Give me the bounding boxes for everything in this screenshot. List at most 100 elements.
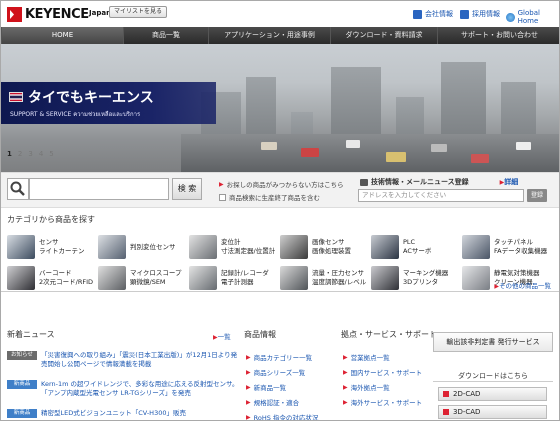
hero-vehicle xyxy=(431,144,447,152)
category-microscope[interactable]: マイクロスコープ 顕微鏡/SEM xyxy=(98,265,181,291)
discontinued-label: 商品検索に生産終了商品を含む xyxy=(229,194,320,202)
news-tag: 新商品 xyxy=(7,409,37,418)
globe-icon xyxy=(506,12,515,22)
hero-carousel[interactable]: タイでもキーエンス SUPPORT & SERVICE ความช่วยเหลื… xyxy=(1,44,559,172)
hero-subtitle: SUPPORT & SERVICE ความช่วยเหลือและบริการ xyxy=(10,111,141,118)
nav-applications[interactable]: アプリケーション・用途事例 xyxy=(208,27,330,44)
newsletter-detail-link[interactable]: ▶詳細 xyxy=(500,177,519,187)
category-image xyxy=(7,235,35,259)
hero-vehicle xyxy=(516,142,531,150)
recruit-label: 採用情報 xyxy=(472,10,500,18)
export-judgement-button[interactable]: 輸出該非判定書 発行サービス xyxy=(433,332,553,352)
top-bar: KEYENCE Japan マイリストを見る 会社情報 採用情報 Global … xyxy=(1,1,559,27)
category-recorder[interactable]: 記録計/レコーダ 電子計測器 xyxy=(189,265,269,291)
newsletter-submit-button[interactable]: 登録 xyxy=(527,189,547,202)
news-item[interactable]: お知らせ 「災害復興への取り組み」「震災(日本工業出版)」が12月1日より発売開… xyxy=(7,351,241,369)
arrow-right-icon: ▶ xyxy=(343,368,348,376)
category-barcode[interactable]: バーコード 2次元コード/RFID xyxy=(7,265,93,291)
category-vision[interactable]: 画像センサ 画像処理装置 xyxy=(280,234,351,260)
category-marking[interactable]: マーキング機器 3Dプリンタ xyxy=(371,265,448,291)
keyence-logo[interactable]: KEYENCE xyxy=(7,5,89,23)
category-label: 画像センサ 画像処理装置 xyxy=(312,238,351,255)
thailand-flag-icon xyxy=(9,92,23,102)
arrow-right-icon: ▶ xyxy=(246,413,251,421)
search-icon-box xyxy=(7,178,29,200)
category-label: タッチパネル FAデータ収集機器 xyxy=(494,238,548,255)
pager-5[interactable]: 5 xyxy=(49,150,53,158)
category-label: マイクロスコープ 顕微鏡/SEM xyxy=(130,269,182,286)
hero-title: タイでもキーエンス xyxy=(28,90,154,106)
nav-home[interactable]: HOME xyxy=(1,27,123,44)
category-image xyxy=(189,266,217,290)
category-label: バーコード 2次元コード/RFID xyxy=(39,269,94,286)
cad-2d-button[interactable]: 2D-CAD xyxy=(438,387,547,401)
category-sensor[interactable]: センサ ライトカーテン xyxy=(7,234,85,260)
product-link[interactable]: ▶ 規格認証・適合 xyxy=(246,397,299,408)
news-tag: お知らせ xyxy=(7,351,37,360)
category-discrimination[interactable]: 判別変位センサ xyxy=(98,234,176,260)
news-list-label: 一覧 xyxy=(217,333,231,341)
pager-3[interactable]: 3 xyxy=(28,150,32,158)
brand-name: KEYENCE xyxy=(25,6,89,22)
support-link[interactable]: ▶ 海外拠点一覧 xyxy=(343,382,390,393)
company-info-link[interactable]: 会社情報 xyxy=(413,9,453,19)
more-categories-label: その他の商品一覧 xyxy=(499,282,551,290)
support-link[interactable]: ▶ 国内サービス・サポート xyxy=(343,367,422,378)
hero-banner[interactable]: タイでもキーエンス SUPPORT & SERVICE ความช่วยเหลื… xyxy=(1,82,216,124)
news-item[interactable]: 新商品 精密型LED式ビジョンユニット「CV-H300」販売 xyxy=(7,409,241,418)
news-item[interactable]: 新商品 Kern-1m の超ワイドレンジで、多彩な用途に応える反射型センサ。「ア… xyxy=(7,380,241,398)
support-link[interactable]: ▶ 海外サービス・サポート xyxy=(343,397,422,408)
arrow-right-icon: ▶ xyxy=(343,383,348,391)
category-label: PLC ACサーボ xyxy=(403,238,432,255)
hero-vehicle xyxy=(261,142,277,150)
hero-vehicle xyxy=(471,154,489,163)
arrow-right-icon: ▶ xyxy=(343,398,348,406)
discontinued-checkbox[interactable]: 商品検索に生産終了商品を含む xyxy=(219,192,320,202)
category-label: マーキング機器 3Dプリンタ xyxy=(403,269,449,286)
arrow-right-icon: ▶ xyxy=(343,353,348,361)
nav-downloads[interactable]: ダウンロード・資料請求 xyxy=(330,27,437,44)
global-home-link[interactable]: Global Home xyxy=(506,9,559,25)
nav-products[interactable]: 商品一覧 xyxy=(123,27,208,44)
arrow-right-icon: ▶ xyxy=(246,383,251,391)
newsletter-email-field[interactable]: アドレスを入力してください xyxy=(358,189,524,202)
category-image xyxy=(7,266,35,290)
region-label: Japan xyxy=(89,9,112,17)
news-text: 「災害復興への取り組み」「震災(日本工業出版)」が12月1日より発売開始し公開ペ… xyxy=(41,351,238,368)
global-home-label: Global Home xyxy=(517,9,540,25)
search-input[interactable] xyxy=(29,178,169,200)
category-displacement[interactable]: 変位計 寸法測定器/位置計 xyxy=(189,234,275,260)
category-label: 変位計 寸法測定器/位置計 xyxy=(221,238,276,255)
search-help-link[interactable]: ▶ お探しの商品がみつからない方はこちら xyxy=(219,179,344,190)
product-link[interactable]: ▶ 商品カテゴリー一覧 xyxy=(246,352,312,363)
category-touchpanel[interactable]: タッチパネル FAデータ収集機器 xyxy=(462,234,547,260)
pager-4[interactable]: 4 xyxy=(39,150,43,158)
more-categories-link[interactable]: ▶その他の商品一覧 xyxy=(494,280,551,290)
category-image xyxy=(462,266,490,290)
category-image xyxy=(280,266,308,290)
category-image xyxy=(371,235,399,259)
search-button[interactable]: 検 索 xyxy=(172,178,202,200)
support-link[interactable]: ▶ 営業拠点一覧 xyxy=(343,352,390,363)
mail-icon xyxy=(360,178,368,186)
product-link[interactable]: ▶ 商品シリーズ一覧 xyxy=(246,367,305,378)
product-link[interactable]: ▶ 新商品一覧 xyxy=(246,382,286,393)
cad-3d-button[interactable]: 3D-CAD xyxy=(438,405,547,419)
mylist-button[interactable]: マイリストを見る xyxy=(109,6,168,18)
mylist-button-label: マイリストを見る xyxy=(114,8,163,15)
hero-road xyxy=(181,134,559,172)
newsletter-title: 技術情報・メールニュース登録 xyxy=(371,178,469,186)
news-text: 精密型LED式ビジョンユニット「CV-H300」販売 xyxy=(41,409,186,417)
product-link[interactable]: ▶ RoHS 指令の対応状況 xyxy=(246,412,318,421)
news-list-link[interactable]: ▶一覧 xyxy=(213,331,231,341)
recruit-link[interactable]: 採用情報 xyxy=(460,9,500,19)
category-image xyxy=(280,235,308,259)
carousel-pager: 1 2 3 4 5 xyxy=(7,150,54,158)
category-image xyxy=(462,235,490,259)
pager-1[interactable]: 1 xyxy=(7,150,12,158)
category-image xyxy=(98,266,126,290)
category-plc[interactable]: PLC ACサーボ xyxy=(371,234,431,260)
category-flow-pressure[interactable]: 流量・圧力センサ 温度調節器/レベル xyxy=(280,265,366,291)
nav-support[interactable]: サポート・お問い合わせ xyxy=(437,27,559,44)
pager-2[interactable]: 2 xyxy=(18,150,22,158)
